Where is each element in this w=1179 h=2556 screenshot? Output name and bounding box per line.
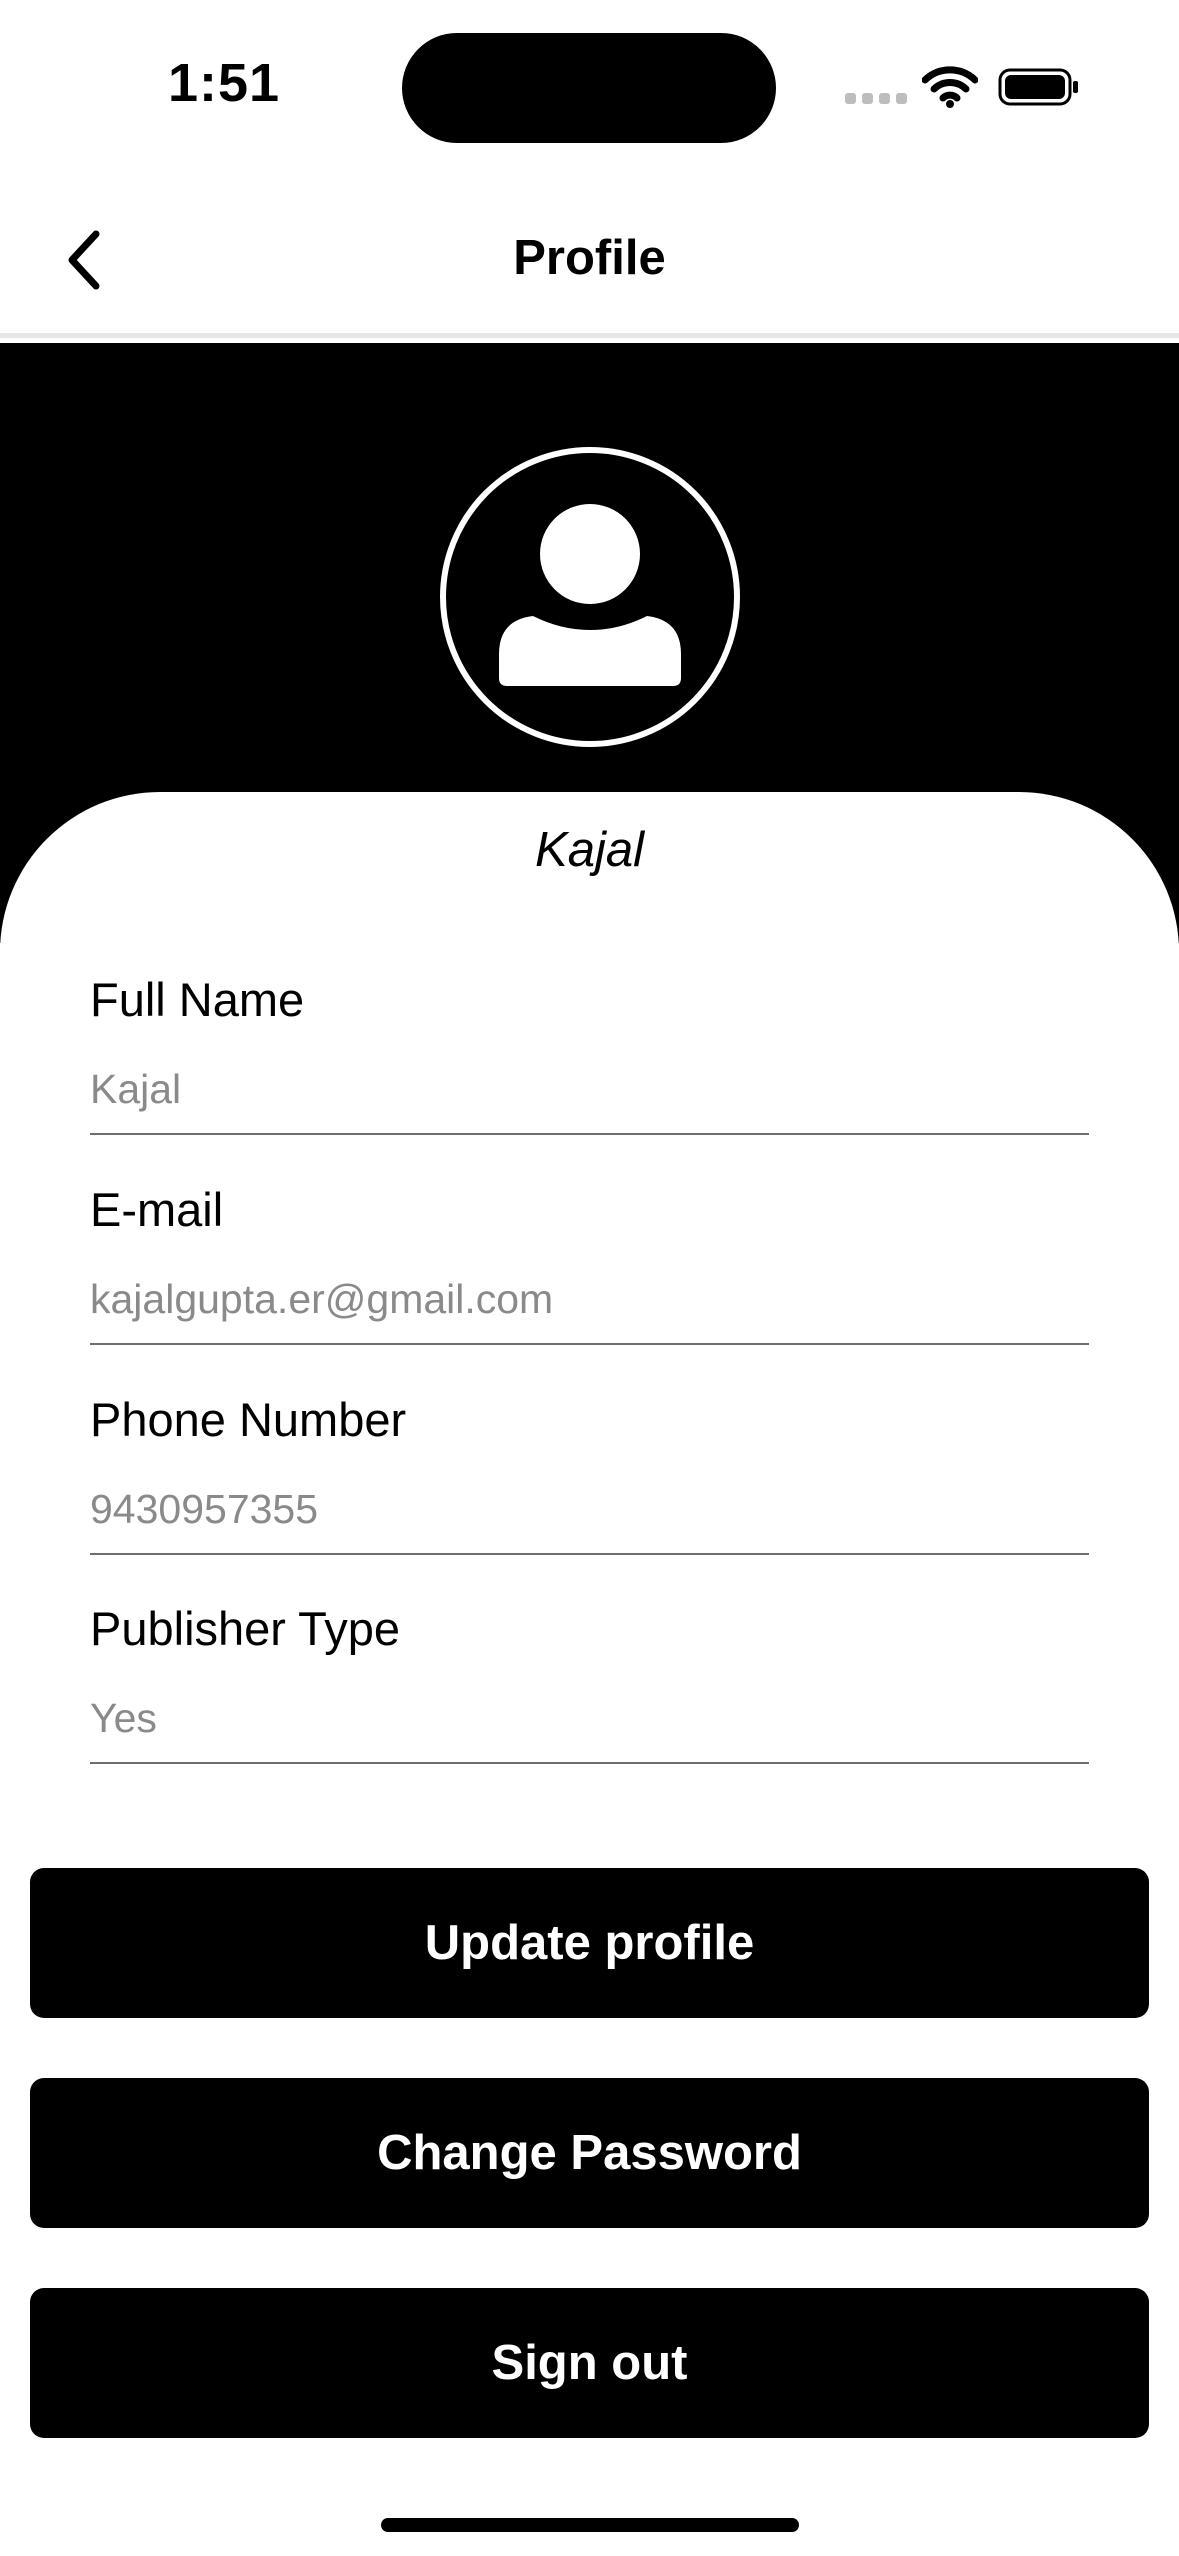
phone-field-group: Phone Number: [90, 1390, 1089, 1555]
battery-icon: [998, 66, 1080, 108]
profile-display-name: Kajal: [535, 823, 644, 877]
change-password-button[interactable]: Change Password: [30, 2078, 1149, 2228]
full-name-field-group: Full Name: [90, 970, 1089, 1135]
avatar[interactable]: [440, 447, 740, 747]
publisher-type-input[interactable]: [90, 1674, 1089, 1764]
full-name-label: Full Name: [90, 973, 305, 1026]
phone-label: Phone Number: [90, 1393, 407, 1446]
full-name-input[interactable]: [90, 1045, 1089, 1135]
publisher-type-field-group: Publisher Type: [90, 1599, 1089, 1764]
home-indicator[interactable]: [381, 2518, 799, 2532]
page-title: Profile: [513, 231, 666, 285]
dynamic-island: [402, 33, 776, 143]
email-field-group: E-mail: [90, 1180, 1089, 1345]
cellular-signal-icon: [845, 93, 907, 105]
email-label: E-mail: [90, 1183, 224, 1236]
email-input[interactable]: [90, 1255, 1089, 1345]
wifi-icon: [921, 66, 979, 108]
navigation-bar: Profile: [0, 170, 1179, 338]
status-time: 1:51: [168, 53, 281, 113]
sign-out-button[interactable]: Sign out: [30, 2288, 1149, 2438]
update-profile-button[interactable]: Update profile: [30, 1868, 1149, 2018]
publisher-type-label: Publisher Type: [90, 1602, 401, 1655]
phone-input[interactable]: [90, 1465, 1089, 1555]
person-icon: [499, 504, 681, 686]
status-bar: 1:51: [0, 0, 1179, 170]
